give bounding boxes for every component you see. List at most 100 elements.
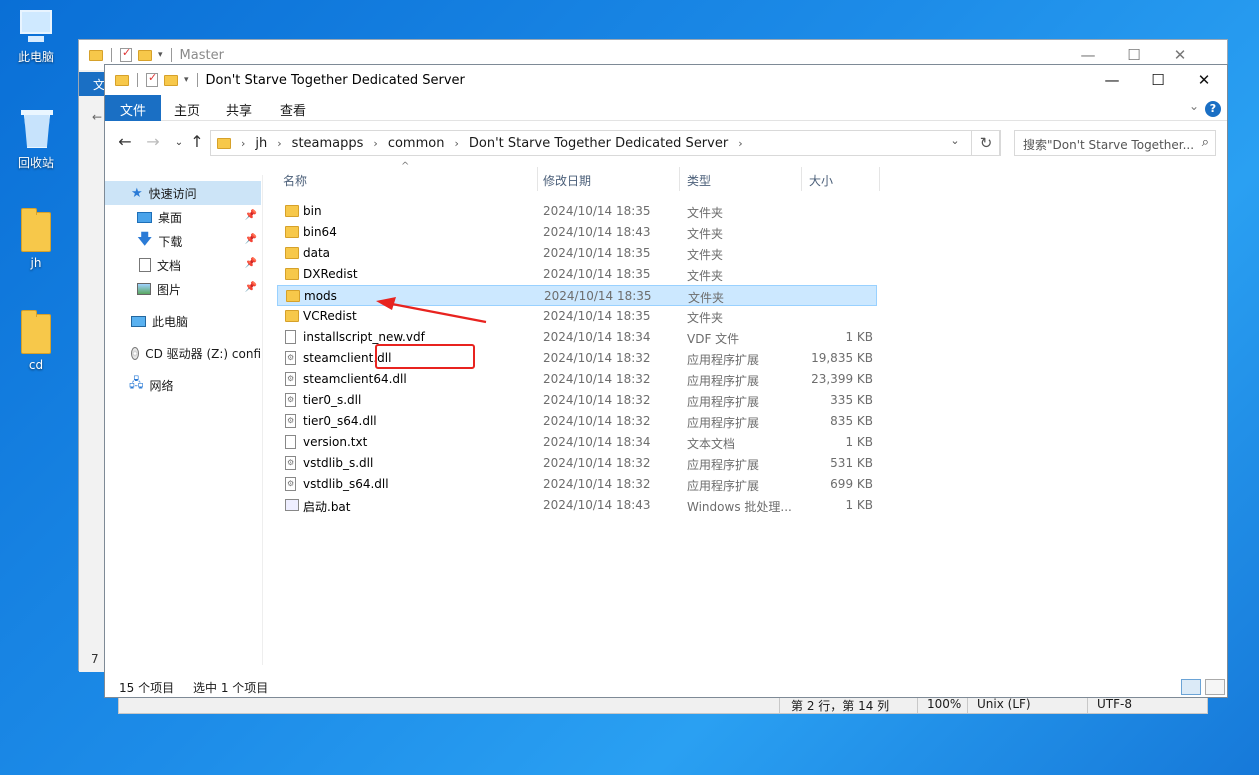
back-icon[interactable]: ←	[92, 110, 102, 124]
chevron-down-icon[interactable]: ▾	[184, 75, 189, 85]
file-size: 335 KB	[830, 393, 873, 407]
nav-quick-access[interactable]: ★ 快速访问	[105, 181, 261, 205]
nav-documents[interactable]: 文档 📌	[105, 253, 261, 277]
file-date: 2024/10/14 18:34	[543, 435, 651, 449]
file-size: 1 KB	[845, 435, 873, 449]
file-row[interactable]: tier0_s64.dll 2024/10/14 18:32 应用程序扩展 835 K…	[277, 411, 877, 432]
annotation-highlight-box	[375, 344, 475, 369]
tab-view[interactable]: 查看	[271, 95, 315, 121]
nav-desktop[interactable]: 桌面 📌	[105, 205, 261, 229]
column-header-date[interactable]: 修改日期	[537, 165, 681, 191]
nav-downloads[interactable]: 🡇 下载 📌	[105, 229, 261, 253]
folder-icon	[285, 268, 299, 280]
tab-share[interactable]: 共享	[217, 95, 261, 121]
up-button[interactable]: ↑	[187, 132, 207, 154]
file-row[interactable]: DXRedist 2024/10/14 18:35 文件夹	[277, 264, 877, 285]
column-header-size[interactable]: 大小	[803, 165, 877, 191]
tab-home[interactable]: 主页	[165, 95, 209, 121]
large-icons-view-button[interactable]	[1205, 679, 1225, 695]
close-button[interactable]: ✕	[1181, 65, 1227, 95]
line-ending[interactable]: Unix (LF)	[977, 697, 1031, 711]
file-row[interactable]: bin64 2024/10/14 18:43 文件夹	[277, 222, 877, 243]
desktop-icon-cd[interactable]: cd	[10, 310, 62, 372]
desktop-icon-recycle-bin[interactable]: 回收站	[10, 108, 62, 171]
nav-cd-drive[interactable]: CD 驱动器 (Z:) confi	[105, 341, 261, 365]
desktop-icon	[137, 211, 152, 223]
breadcrumb-jh[interactable]: jh	[255, 136, 267, 151]
expand-ribbon-icon[interactable]: ⌄	[1189, 99, 1199, 113]
desktop-icon-jh[interactable]: jh	[10, 208, 62, 270]
cursor-position: 第 2 行，第 14 列	[791, 699, 890, 713]
new-folder-icon[interactable]	[164, 74, 178, 86]
refresh-button[interactable]: ↻	[971, 130, 1001, 156]
navigation-pane: ★ 快速访问 桌面 📌 🡇 下载 📌 文档 📌 图片 📌 此电脑 CD 驱动器 …	[105, 175, 263, 665]
pin-icon: 📌	[244, 282, 257, 293]
file-row[interactable]: data 2024/10/14 18:35 文件夹	[277, 243, 877, 264]
breadcrumb-current[interactable]: Don't Starve Together Dedicated Server	[469, 136, 728, 151]
folder-icon	[89, 49, 103, 61]
column-header-name[interactable]: 名称	[277, 165, 537, 191]
tab-file[interactable]: 文件	[105, 95, 161, 121]
help-icon[interactable]: ?	[1205, 101, 1221, 117]
folder-icon	[21, 310, 51, 354]
file-row[interactable]: steamclient64.dll 2024/10/14 18:32 应用程序扩展 2…	[277, 369, 877, 390]
file-date: 2024/10/14 18:32	[543, 393, 651, 407]
zoom-level[interactable]: 100%	[927, 697, 961, 711]
file-date: 2024/10/14 18:32	[543, 372, 651, 386]
address-bar[interactable]: › jh › steamapps › common › Don't Starve…	[210, 130, 1000, 156]
desktop-icon-this-pc[interactable]: 此电脑	[10, 10, 62, 65]
ribbon-tabs: 文件 主页 共享 查看 ⌄ ?	[105, 95, 1227, 121]
column-header-type[interactable]: 类型	[681, 165, 801, 191]
folder-icon	[115, 74, 129, 86]
forward-button[interactable]: →	[143, 132, 163, 154]
nav-pictures[interactable]: 图片 📌	[105, 277, 261, 301]
breadcrumb-chevron-icon[interactable]: ›	[738, 137, 742, 150]
item-count: 15 个项目	[119, 681, 175, 695]
file-size: 1 KB	[845, 330, 873, 344]
file-row[interactable]: version.txt 2024/10/14 18:34 文本文档 1 KB	[277, 432, 877, 453]
file-row[interactable]: VCRedist 2024/10/14 18:35 文件夹	[277, 306, 877, 327]
recent-locations-chevron-icon[interactable]: ⌄	[169, 137, 189, 159]
picture-icon	[137, 283, 151, 295]
dll-file-icon	[285, 456, 296, 470]
file-row[interactable]: steamclient.dll2024/10/14 18:32应用程序扩展19,…	[277, 348, 877, 369]
breadcrumb-steamapps[interactable]: steamapps	[292, 136, 364, 151]
back-button[interactable]: ←	[115, 132, 135, 154]
window-titlebar[interactable]: ▾ Don't Starve Together Dedicated Server	[105, 65, 1227, 95]
pin-icon: 📌	[244, 258, 257, 269]
file-row[interactable]: vstdlib_s.dll 2024/10/14 18:32 应用程序扩展 531 K…	[277, 453, 877, 474]
file-date: 2024/10/14 18:35	[543, 246, 651, 260]
background-window-file-tab[interactable]: 文	[79, 72, 105, 96]
file-row[interactable]: 启动.bat 2024/10/14 18:43 Windows 批处理... 1 KB	[277, 495, 877, 516]
properties-icon	[120, 46, 132, 62]
file-row[interactable]: vstdlib_s64.dll 2024/10/14 18:32 应用程序扩展 699…	[277, 474, 877, 495]
file-row[interactable]: tier0_s.dll 2024/10/14 18:32 应用程序扩展 335 KB	[277, 390, 877, 411]
folder-icon	[285, 247, 299, 259]
file-size: 23,399 KB	[811, 372, 873, 386]
batch-file-icon	[285, 499, 299, 511]
details-view-button[interactable]	[1181, 679, 1201, 695]
breadcrumb-common[interactable]: common	[388, 136, 445, 151]
address-history-chevron-icon[interactable]: ⌄	[943, 130, 967, 156]
file-row[interactable]: mods 2024/10/14 18:35 文件夹	[277, 285, 877, 306]
properties-icon[interactable]	[146, 71, 158, 87]
breadcrumb-chevron-icon[interactable]: ›	[373, 137, 377, 150]
file-row[interactable]: bin 2024/10/14 18:35 文件夹	[277, 201, 877, 222]
desktop-icon-label: jh	[30, 256, 42, 270]
breadcrumb-chevron-icon[interactable]: ›	[454, 137, 458, 150]
desktop-icon-label: 回收站	[17, 156, 54, 170]
breadcrumb-chevron-icon[interactable]: ›	[277, 137, 281, 150]
file-date: 2024/10/14 18:35	[543, 204, 651, 218]
nav-this-pc[interactable]: 此电脑	[105, 309, 261, 333]
breadcrumb-chevron-icon[interactable]: ›	[241, 137, 245, 150]
file-name: 启动.bat	[303, 500, 351, 514]
file-type: 文本文档	[687, 437, 736, 451]
encoding[interactable]: UTF-8	[1097, 697, 1132, 711]
search-input[interactable]: 搜索"Don't Starve Together... ⌕	[1014, 130, 1216, 156]
maximize-button[interactable]: ☐	[1135, 65, 1181, 95]
minimize-button[interactable]: —	[1089, 65, 1135, 95]
file-row[interactable]: installscript_new.vdf 2024/10/14 18:34 VDF…	[277, 327, 877, 348]
file-date: 2024/10/14 18:35	[544, 289, 652, 303]
nav-network[interactable]: 🖧 网络	[105, 373, 261, 397]
explorer-window[interactable]: ▾ Don't Starve Together Dedicated Server…	[104, 64, 1228, 698]
